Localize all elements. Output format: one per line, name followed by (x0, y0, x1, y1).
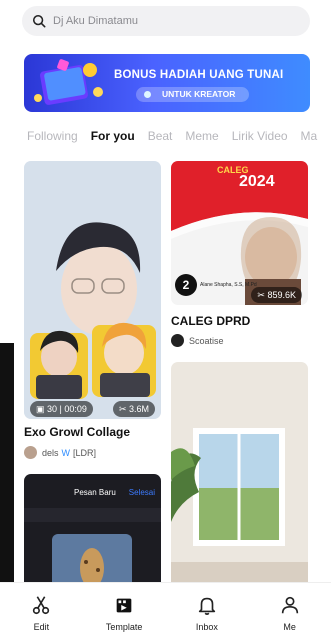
nav-inbox[interactable]: Inbox (166, 583, 249, 635)
promo-banner[interactable]: BONUS HADIAH UANG TUNAI UNTUK KREATOR (24, 54, 310, 112)
template-card-pesan-baru[interactable]: Pesan Baru Selesai (24, 474, 161, 594)
bell-icon (198, 597, 216, 615)
category-tabs: Following For you Beat Meme Lirik Video … (27, 129, 331, 149)
search-icon (32, 14, 46, 28)
nav-me[interactable]: Me (248, 583, 331, 635)
search-bar[interactable]: Dj Aku Dimatamu (22, 6, 310, 36)
gift-box-illustration (34, 59, 103, 105)
heart-emoji-icon: W (61, 447, 71, 458)
nav-label: Me (283, 622, 296, 632)
card-thumbnail (24, 161, 161, 419)
bottom-nav: Edit Template Inbox Me (0, 582, 331, 635)
clips-icon: ▣ (36, 404, 48, 414)
tab-for-you[interactable]: For you (91, 129, 135, 149)
card-author[interactable]: dels W [LDR] (24, 446, 96, 459)
nav-edit[interactable]: Edit (0, 583, 83, 635)
avatar (171, 334, 184, 347)
svg-text:2: 2 (183, 278, 190, 292)
scissors-icon (33, 596, 50, 615)
nav-label: Edit (33, 622, 50, 632)
card-title[interactable]: CALEG DPRD (171, 314, 250, 328)
banner-title: BONUS HADIAH UANG TUNAI (114, 69, 284, 81)
clip-info-badge: ▣ 30 | 00:09 (30, 401, 93, 417)
tab-ma[interactable]: Ma (301, 129, 318, 149)
uses-count: 3.6M (128, 404, 149, 414)
card-title[interactable]: Exo Growl Collage (24, 425, 130, 439)
template-card-exo[interactable]: ▣ 30 | 00:09 ✂ 3.6M (24, 161, 161, 419)
background-video-edge (0, 343, 14, 583)
poster-year: 2024 (239, 173, 275, 190)
clapperboard-icon (116, 598, 132, 613)
banner-subtitle: UNTUK KREATOR (136, 87, 250, 102)
card-thumbnail (171, 362, 308, 592)
search-input[interactable]: Dj Aku Dimatamu (53, 15, 138, 27)
uses-badge: ✂ 859.6K (251, 287, 302, 303)
template-card-window[interactable] (171, 362, 308, 592)
scissors-small-icon: ✂ (118, 404, 129, 414)
card-header-action: Selesai (128, 488, 155, 497)
author-suffix: [LDR] (73, 447, 97, 458)
message-bar (24, 508, 161, 522)
uses-badge: ✂ 3.6M (112, 401, 155, 417)
uses-count: 859.6K (267, 290, 296, 300)
tab-following[interactable]: Following (27, 129, 78, 149)
tab-beat[interactable]: Beat (148, 129, 173, 149)
tab-lirik-video[interactable]: Lirik Video (232, 129, 288, 149)
tab-meme[interactable]: Meme (185, 129, 218, 149)
card-header-title: Pesan Baru (74, 488, 116, 497)
clip-count: 30 (47, 404, 58, 414)
avatar (24, 446, 37, 459)
person-icon (281, 596, 298, 614)
nav-label: Inbox (195, 622, 218, 632)
nav-template[interactable]: Template (83, 583, 166, 635)
author-name: dels (42, 447, 59, 458)
poster-name: Alane Shapha, S.S, M.Pd (200, 282, 257, 288)
clip-duration: 00:09 (64, 404, 87, 414)
nav-label: Template (105, 622, 143, 632)
template-card-caleg[interactable]: 2 CALEG 2024 Alane Shapha, S.S, M.Pd ✂ 8… (171, 161, 308, 305)
card-author[interactable]: Scoatise (171, 334, 224, 347)
author-name: Scoatise (189, 335, 224, 346)
scissors-small-icon: ✂ (257, 290, 268, 300)
